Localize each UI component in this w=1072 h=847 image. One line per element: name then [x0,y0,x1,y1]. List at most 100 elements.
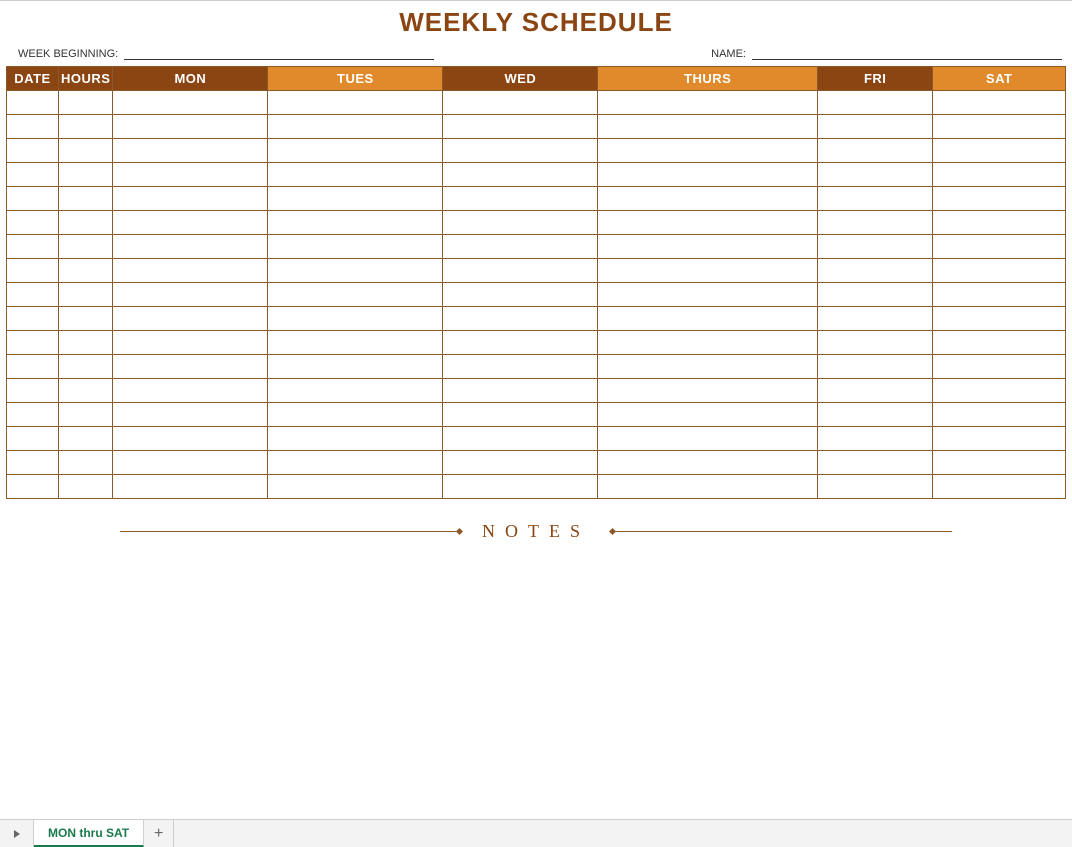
table-cell[interactable] [113,403,268,427]
table-cell[interactable] [598,163,818,187]
table-cell[interactable] [7,379,59,403]
table-cell[interactable] [268,163,443,187]
table-cell[interactable] [818,211,933,235]
table-cell[interactable] [113,379,268,403]
table-cell[interactable] [7,259,59,283]
table-cell[interactable] [268,475,443,499]
sheet-tab-active[interactable]: MON thru SAT [34,820,144,847]
table-cell[interactable] [59,259,113,283]
table-cell[interactable] [598,259,818,283]
table-cell[interactable] [933,403,1066,427]
table-cell[interactable] [443,451,598,475]
table-cell[interactable] [268,259,443,283]
table-cell[interactable] [59,307,113,331]
table-cell[interactable] [59,163,113,187]
table-cell[interactable] [59,235,113,259]
table-cell[interactable] [598,235,818,259]
table-cell[interactable] [818,259,933,283]
table-cell[interactable] [443,115,598,139]
table-cell[interactable] [933,283,1066,307]
table-cell[interactable] [268,379,443,403]
table-cell[interactable] [598,187,818,211]
table-cell[interactable] [443,211,598,235]
table-cell[interactable] [268,331,443,355]
table-cell[interactable] [268,427,443,451]
table-cell[interactable] [933,187,1066,211]
table-cell[interactable] [443,331,598,355]
table-cell[interactable] [933,235,1066,259]
table-cell[interactable] [7,403,59,427]
table-cell[interactable] [933,379,1066,403]
table-cell[interactable] [933,259,1066,283]
table-cell[interactable] [59,355,113,379]
table-cell[interactable] [933,91,1066,115]
table-cell[interactable] [443,163,598,187]
table-cell[interactable] [598,379,818,403]
table-cell[interactable] [598,283,818,307]
table-cell[interactable] [818,475,933,499]
table-cell[interactable] [59,283,113,307]
table-cell[interactable] [933,211,1066,235]
table-cell[interactable] [7,451,59,475]
table-cell[interactable] [598,355,818,379]
table-cell[interactable] [598,211,818,235]
table-cell[interactable] [113,307,268,331]
table-cell[interactable] [113,355,268,379]
table-cell[interactable] [7,235,59,259]
table-cell[interactable] [59,403,113,427]
table-cell[interactable] [7,355,59,379]
table-cell[interactable] [443,187,598,211]
table-cell[interactable] [268,307,443,331]
table-cell[interactable] [7,187,59,211]
table-cell[interactable] [268,187,443,211]
table-cell[interactable] [113,475,268,499]
table-cell[interactable] [818,331,933,355]
table-cell[interactable] [598,475,818,499]
table-cell[interactable] [443,355,598,379]
table-cell[interactable] [113,331,268,355]
table-cell[interactable] [268,451,443,475]
table-cell[interactable] [933,475,1066,499]
table-cell[interactable] [818,139,933,163]
table-cell[interactable] [7,211,59,235]
table-cell[interactable] [818,451,933,475]
add-sheet-button[interactable]: + [144,820,174,847]
table-cell[interactable] [443,235,598,259]
table-cell[interactable] [113,283,268,307]
table-cell[interactable] [113,115,268,139]
table-cell[interactable] [59,451,113,475]
table-cell[interactable] [113,211,268,235]
table-cell[interactable] [268,211,443,235]
table-cell[interactable] [598,451,818,475]
table-cell[interactable] [113,91,268,115]
table-cell[interactable] [59,427,113,451]
table-cell[interactable] [113,451,268,475]
table-cell[interactable] [268,139,443,163]
table-cell[interactable] [113,163,268,187]
table-cell[interactable] [598,331,818,355]
table-cell[interactable] [933,355,1066,379]
table-cell[interactable] [113,235,268,259]
table-cell[interactable] [59,331,113,355]
table-cell[interactable] [443,307,598,331]
table-cell[interactable] [268,403,443,427]
table-cell[interactable] [598,139,818,163]
table-cell[interactable] [818,163,933,187]
table-cell[interactable] [268,115,443,139]
table-cell[interactable] [268,355,443,379]
table-cell[interactable] [443,91,598,115]
table-cell[interactable] [59,187,113,211]
table-cell[interactable] [933,331,1066,355]
table-cell[interactable] [113,259,268,283]
table-cell[interactable] [7,331,59,355]
table-cell[interactable] [443,283,598,307]
table-cell[interactable] [818,403,933,427]
table-cell[interactable] [268,91,443,115]
table-cell[interactable] [59,211,113,235]
table-cell[interactable] [598,115,818,139]
table-cell[interactable] [818,307,933,331]
table-cell[interactable] [818,235,933,259]
table-cell[interactable] [443,403,598,427]
table-cell[interactable] [268,235,443,259]
table-cell[interactable] [818,91,933,115]
